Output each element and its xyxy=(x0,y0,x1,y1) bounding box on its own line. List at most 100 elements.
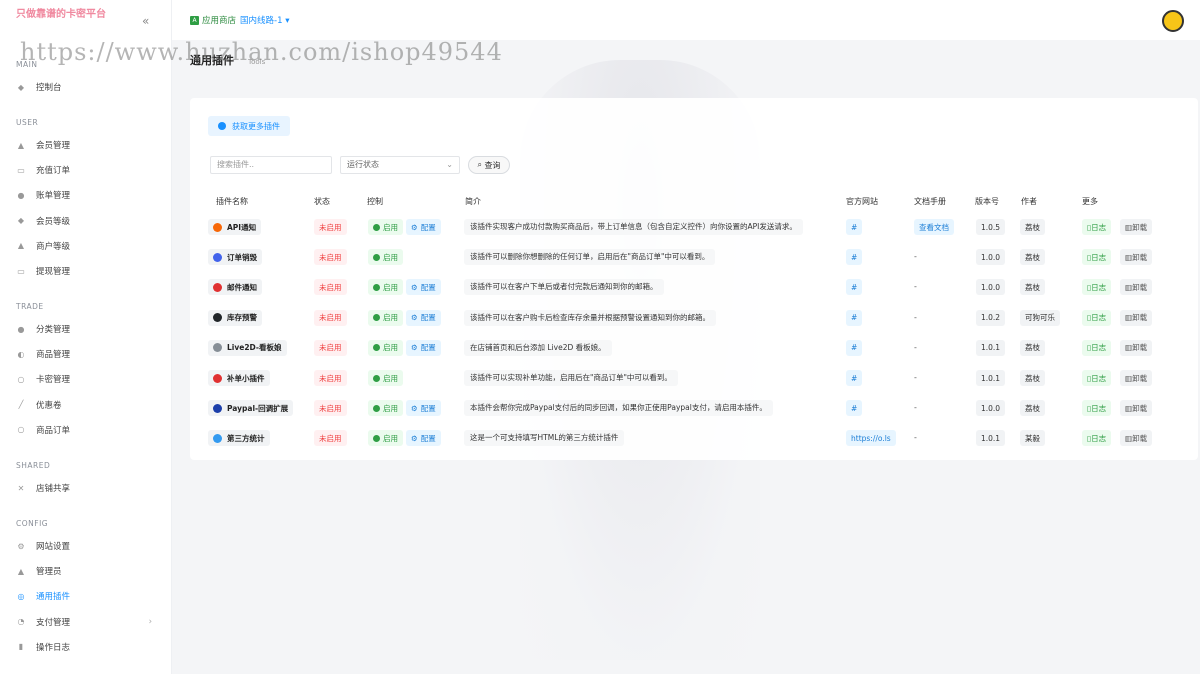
plugin-description: 该插件可以删除你想删除的任何订单，启用后在"商品订单"中可以看到。 xyxy=(464,249,716,266)
table-row: 第三方统计 未启用 启用 ⚙ 配置 这是一个可支持填写HTML的第三方统计插件 https:… xyxy=(208,427,1168,449)
sidebar-item-label: 账单管理 xyxy=(36,191,71,202)
plugin-name-text: Paypal-回调扩展 xyxy=(227,403,289,413)
official-site-link[interactable]: https://o.ls xyxy=(846,430,896,447)
category-icon: ● xyxy=(17,324,25,334)
sidebar-item[interactable]: ◐ 商品管理 xyxy=(16,345,166,363)
table-row: 订单销毁 未启用 启用 该插件可以删除你想删除的任何订单，启用后在"商品订单"中可以看… xyxy=(208,246,1168,268)
log-label: 日志 xyxy=(1091,403,1107,413)
sidebar-item[interactable]: ⚙ 网站设置 xyxy=(16,537,166,555)
enable-button[interactable]: 启用 xyxy=(368,219,403,235)
author-badge: 可狗可乐 xyxy=(1020,309,1060,326)
log-button[interactable]: ▯ 日志 xyxy=(1082,249,1112,266)
avatar[interactable] xyxy=(1162,10,1184,32)
status-badge: 未启用 xyxy=(314,279,347,296)
log-button[interactable]: ▯ 日志 xyxy=(1082,219,1112,235)
sidebar-item[interactable]: ▭ 提现管理 xyxy=(16,262,166,280)
config-button[interactable]: ⚙ 配置 xyxy=(406,279,441,296)
official-site-link[interactable]: # xyxy=(846,400,863,417)
uninstall-button[interactable]: ▥ 卸载 xyxy=(1120,430,1153,447)
uninstall-label: 卸载 xyxy=(1132,222,1148,232)
uninstall-button[interactable]: ▥ 卸载 xyxy=(1120,219,1153,235)
official-site-link[interactable]: # xyxy=(846,370,863,386)
config-button[interactable]: ⚙ 配置 xyxy=(406,219,441,235)
sidebar-item[interactable]: ○ 商品订单 xyxy=(16,421,166,439)
sidebar-item[interactable]: ● 分类管理 xyxy=(16,320,166,338)
log-button[interactable]: ▯ 日志 xyxy=(1082,279,1112,296)
official-site-link[interactable]: # xyxy=(846,279,863,296)
status-badge: 未启用 xyxy=(314,309,347,326)
sidebar-item[interactable]: ▲ 商户等级 xyxy=(16,237,166,255)
plugin-name: 第三方统计 xyxy=(208,430,270,447)
route-select[interactable]: 国内线路-1 ▾ xyxy=(240,14,289,26)
collapse-sidebar-icon[interactable]: « xyxy=(142,14,149,28)
doc-empty: - xyxy=(914,403,917,413)
query-button[interactable]: ⌕ 查询 xyxy=(468,156,510,174)
sidebar-item[interactable]: ◎ 通用插件 xyxy=(16,587,166,605)
uninstall-button[interactable]: ▥ 卸载 xyxy=(1120,249,1153,266)
route-select-label: 国内线路-1 xyxy=(240,16,283,26)
uninstall-button[interactable]: ▥ 卸载 xyxy=(1120,400,1153,417)
trash-icon: ▥ xyxy=(1125,222,1133,232)
sidebar-item[interactable]: ◆ 控制台 xyxy=(16,78,166,96)
sidebar-item[interactable]: ▲ 管理员 xyxy=(16,562,166,580)
log-button[interactable]: ▯ 日志 xyxy=(1082,400,1112,417)
enable-button[interactable]: 启用 xyxy=(368,400,403,417)
log-button[interactable]: ▯ 日志 xyxy=(1082,339,1112,356)
sidebar-item-label: 网站设置 xyxy=(36,542,71,552)
trash-icon: ▥ xyxy=(1125,313,1133,323)
sidebar-item[interactable]: ◆ 会员等级 xyxy=(16,212,166,230)
trash-icon: ▥ xyxy=(1125,252,1133,262)
enable-button[interactable]: 启用 xyxy=(368,249,403,266)
log-button[interactable]: ▯ 日志 xyxy=(1082,370,1112,386)
uninstall-button[interactable]: ▥ 卸载 xyxy=(1120,279,1153,296)
sidebar-item[interactable]: ✕ 店铺共享 xyxy=(16,479,166,497)
sidebar-item[interactable]: ● 账单管理 xyxy=(16,186,166,204)
enable-button[interactable]: 启用 xyxy=(368,339,403,356)
log-button[interactable]: ▯ 日志 xyxy=(1082,309,1112,326)
doc-empty: - xyxy=(914,373,917,382)
sidebar-item[interactable]: ╱ 优惠卷 xyxy=(16,396,166,414)
plugin-description: 这是一个可支持填写HTML的第三方统计插件 xyxy=(464,430,625,447)
search-input[interactable]: 搜索插件.. xyxy=(210,156,332,174)
gear-icon: ⚙ xyxy=(411,343,418,353)
config-button[interactable]: ⚙ 配置 xyxy=(406,339,441,356)
uninstall-button[interactable]: ▥ 卸载 xyxy=(1120,370,1153,386)
version-badge: 1.0.1 xyxy=(976,370,1006,386)
plugin-description: 在店铺首页和后台添加 Live2D 看板娘。 xyxy=(464,339,612,356)
config-button[interactable]: ⚙ 配置 xyxy=(406,400,441,417)
sidebar-item[interactable]: ○ 卡密管理 xyxy=(16,370,166,388)
doc-link[interactable]: 查看文档 xyxy=(914,219,954,235)
version-badge: 1.0.1 xyxy=(976,430,1006,447)
config-label: 配置 xyxy=(420,403,436,413)
log-icon: ▮ xyxy=(18,642,24,652)
app-store-link[interactable]: A 应用商店 国内线路-1 ▾ xyxy=(190,14,289,26)
author-badge: 荔枝 xyxy=(1020,370,1045,386)
enable-button[interactable]: 启用 xyxy=(368,430,403,447)
status-select[interactable]: 运行状态 ⌄ xyxy=(340,156,460,174)
sidebar-item[interactable]: ▲ 会员管理 xyxy=(16,136,166,154)
enable-label: 启用 xyxy=(383,343,398,353)
official-site-link[interactable]: # xyxy=(846,249,863,266)
config-button[interactable]: ⚙ 配置 xyxy=(406,309,441,326)
plugin-name-text: Live2D-看板娘 xyxy=(227,343,282,353)
log-button[interactable]: ▯ 日志 xyxy=(1082,430,1112,447)
sidebar-item[interactable]: ▮ 操作日志 xyxy=(16,638,166,656)
enable-label: 启用 xyxy=(383,282,398,292)
sidebar-item[interactable]: ◔ 支付管理 › xyxy=(16,613,166,631)
plugin-name: 邮件通知 xyxy=(208,279,262,296)
enable-button[interactable]: 启用 xyxy=(368,309,403,326)
official-site-link[interactable]: # xyxy=(846,339,863,356)
config-button[interactable]: ⚙ 配置 xyxy=(406,430,441,447)
official-site-link[interactable]: # xyxy=(846,219,863,235)
enable-button[interactable]: 启用 xyxy=(368,370,403,386)
enable-button[interactable]: 启用 xyxy=(368,279,403,296)
sidebar-item[interactable]: ▭ 充值订单 xyxy=(16,161,166,179)
more-plugins-button[interactable]: 获取更多插件 xyxy=(208,116,290,136)
share-icon: ✕ xyxy=(17,483,25,493)
recharge-icon: ▭ xyxy=(17,165,25,175)
uninstall-button[interactable]: ▥ 卸载 xyxy=(1120,309,1153,326)
plugin-name: API通知 xyxy=(208,219,262,235)
version-badge: 1.0.0 xyxy=(976,279,1006,296)
official-site-link[interactable]: # xyxy=(846,309,863,326)
uninstall-button[interactable]: ▥ 卸载 xyxy=(1120,339,1153,356)
